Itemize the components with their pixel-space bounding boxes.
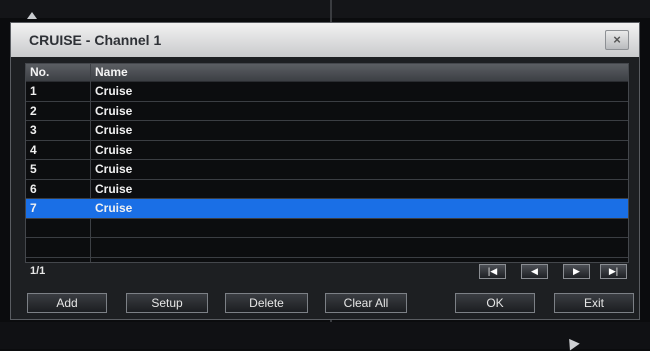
row-name: Cruise (95, 103, 133, 118)
exit-button[interactable]: Exit (554, 293, 634, 313)
table-row[interactable]: 4 Cruise (26, 141, 628, 160)
row-name: Cruise (95, 181, 133, 196)
close-button[interactable]: × (605, 30, 629, 50)
up-arrow-icon (27, 12, 37, 19)
row-number: 7 (30, 201, 37, 215)
dialog-titlebar: CRUISE - Channel 1 × (11, 23, 639, 57)
next-icon: ▶ (573, 266, 580, 276)
skip-first-icon: |◀ (487, 266, 498, 276)
dialog-title: CRUISE - Channel 1 (29, 32, 162, 48)
table-row[interactable]: 5 Cruise (26, 160, 628, 180)
cruise-dialog: CRUISE - Channel 1 × No. Name 1 Cruise 2… (10, 22, 640, 320)
table-row-empty[interactable] (26, 219, 628, 238)
row-name: Cruise (95, 142, 133, 157)
last-page-button[interactable]: ▶| (600, 264, 627, 279)
skip-last-icon: ▶| (608, 266, 619, 276)
column-header-no: No. (30, 65, 50, 79)
prev-page-button[interactable]: ◀ (521, 264, 548, 279)
row-name: Cruise (95, 123, 133, 137)
background-top-bar (0, 0, 650, 18)
pagination-bar: 1/1 |◀ ◀ ▶ ▶| (25, 263, 627, 281)
table-row[interactable]: 3 Cruise (26, 121, 628, 141)
table-row[interactable]: 6 Cruise (26, 180, 628, 199)
row-name: Cruise (95, 162, 133, 176)
setup-button[interactable]: Setup (126, 293, 208, 313)
page-indicator: 1/1 (30, 265, 46, 277)
cruise-table: No. Name 1 Cruise 2 Cruise 3 Cruise 4 Cr… (25, 63, 629, 263)
ok-button[interactable]: OK (455, 293, 535, 313)
row-name: Cruise (95, 84, 133, 98)
table-row-selected[interactable]: 7 Cruise (26, 199, 628, 219)
table-rows: 1 Cruise 2 Cruise 3 Cruise 4 Cruise 5 Cr… (26, 82, 628, 258)
prev-icon: ◀ (531, 266, 538, 276)
row-number: 3 (30, 123, 37, 137)
table-row-empty[interactable] (26, 238, 628, 258)
first-page-button[interactable]: |◀ (479, 264, 506, 279)
row-number: 6 (30, 181, 37, 196)
row-number: 4 (30, 142, 37, 157)
row-name: Cruise (95, 201, 133, 215)
column-header-name: Name (95, 65, 128, 79)
clear-all-button[interactable]: Clear All (325, 293, 407, 313)
delete-button[interactable]: Delete (225, 293, 308, 313)
table-row[interactable]: 1 Cruise (26, 82, 628, 102)
background-bottom-bar (0, 322, 650, 349)
close-icon: × (613, 32, 621, 47)
next-page-button[interactable]: ▶ (563, 264, 590, 279)
row-number: 2 (30, 103, 37, 118)
row-number: 1 (30, 84, 37, 98)
table-header: No. Name (26, 64, 628, 82)
table-row[interactable]: 2 Cruise (26, 102, 628, 121)
add-button[interactable]: Add (27, 293, 107, 313)
row-number: 5 (30, 162, 37, 176)
